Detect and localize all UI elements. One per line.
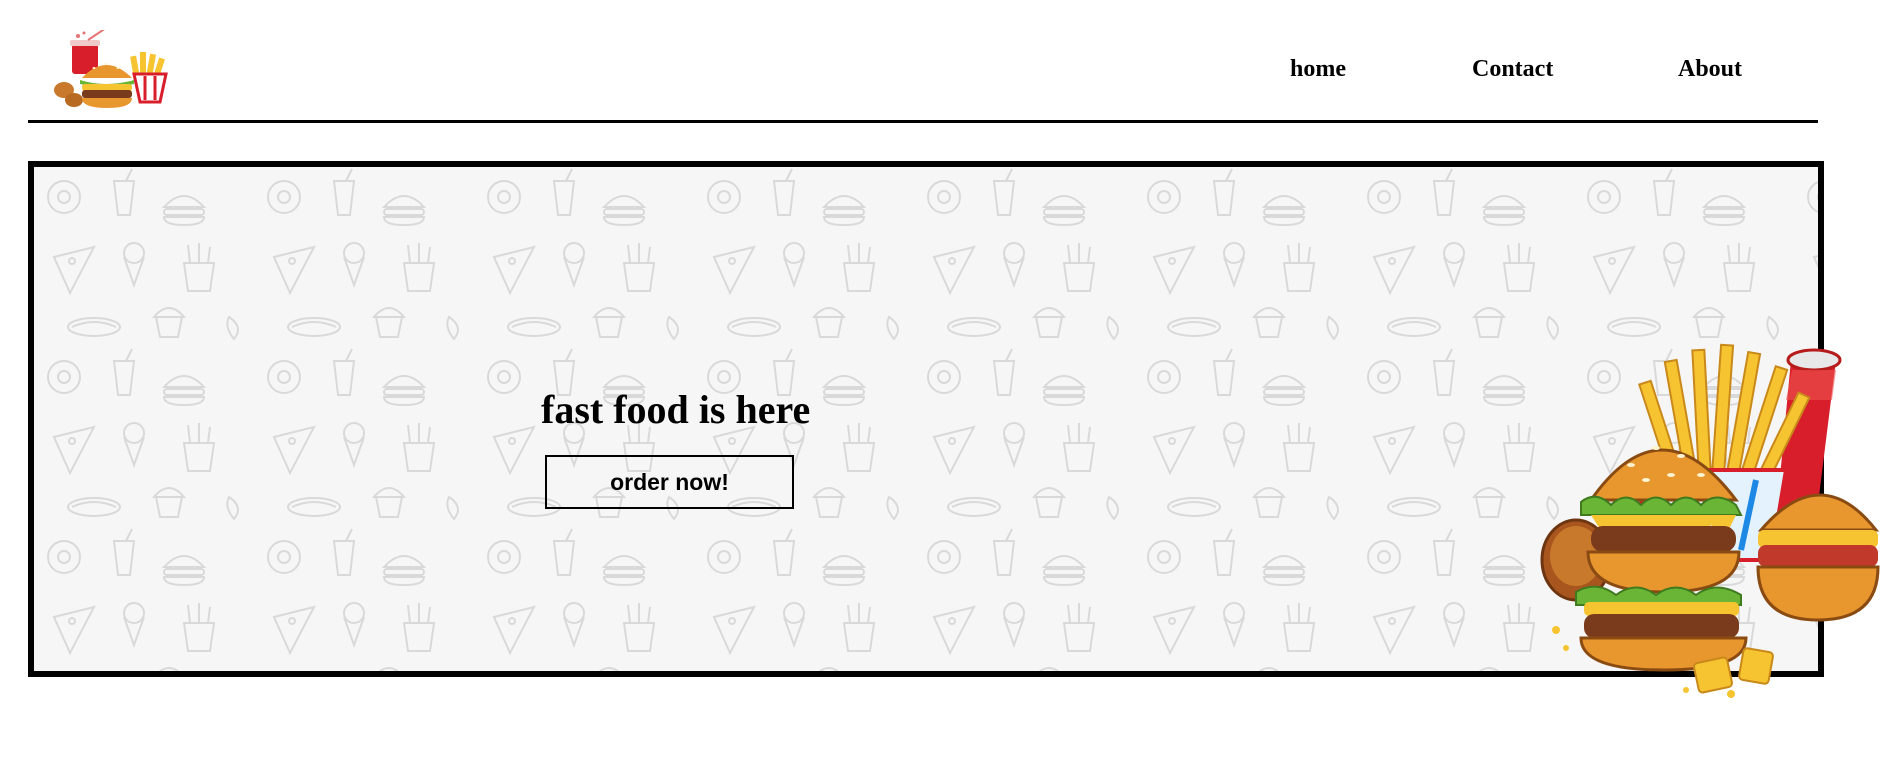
main-nav: home Contact About [0, 56, 1883, 86]
site-header: home Contact About [0, 0, 1883, 125]
order-now-button[interactable]: order now! [545, 455, 794, 509]
nav-link-contact[interactable]: Contact [1472, 56, 1553, 83]
hero-title: fast food is here [541, 387, 811, 432]
nav-link-about[interactable]: About [1678, 56, 1742, 83]
nav-link-home[interactable]: home [1290, 56, 1346, 83]
header-divider [28, 120, 1818, 123]
burger-fries-drink-icon [1540, 343, 1880, 698]
